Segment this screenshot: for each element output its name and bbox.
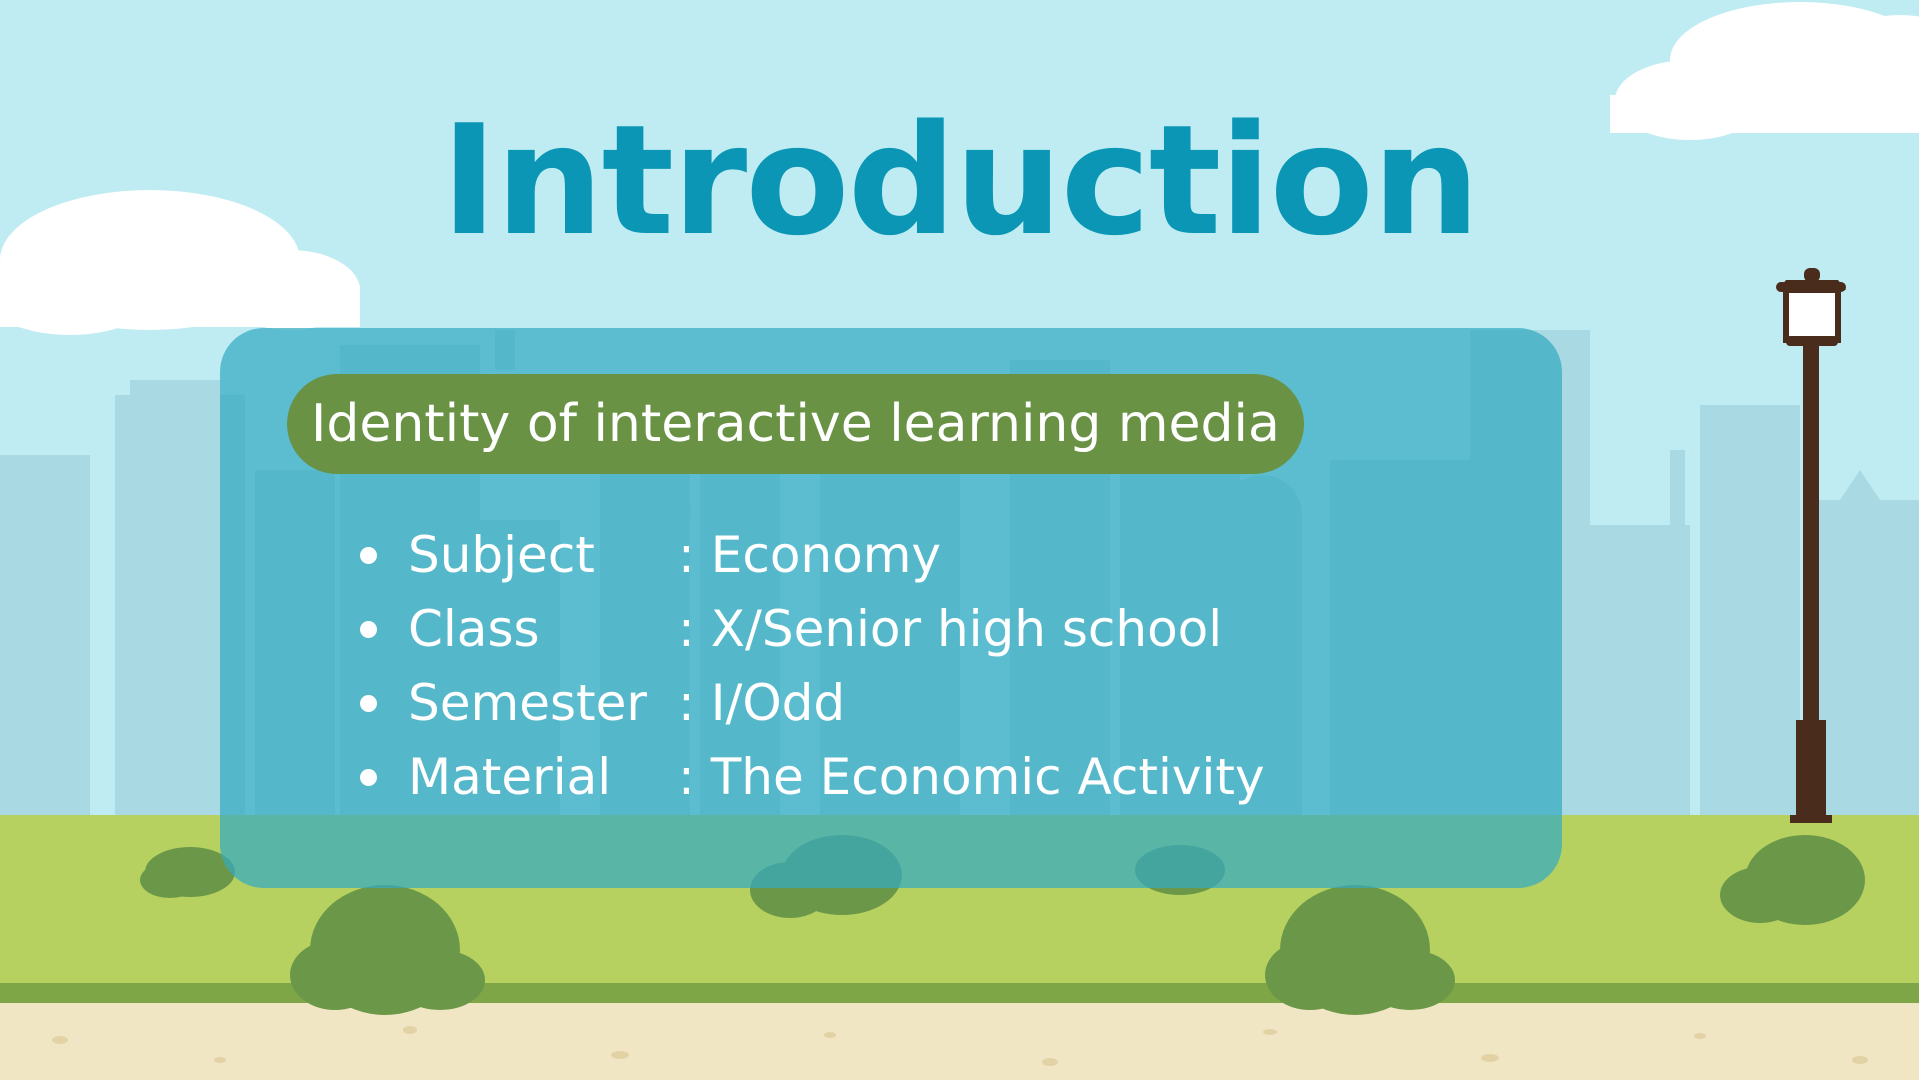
item-value: : Economy [678,526,941,584]
bullet-icon [360,769,377,786]
bullet-icon [360,547,377,564]
item-label: Subject [408,526,595,584]
bullet-icon [360,621,377,638]
item-label: Class [408,600,540,658]
item-label: Semester [408,674,647,732]
bullet-icon [360,695,377,712]
item-value: : The Economic Activity [678,748,1265,806]
item-label: Material [408,748,612,806]
slide-title: Introduction [440,92,1480,269]
item-value: : I/Odd [678,674,846,732]
section-label: Identity of interactive learning media [287,374,1304,474]
item-value: : X/Senior high school [678,600,1223,658]
